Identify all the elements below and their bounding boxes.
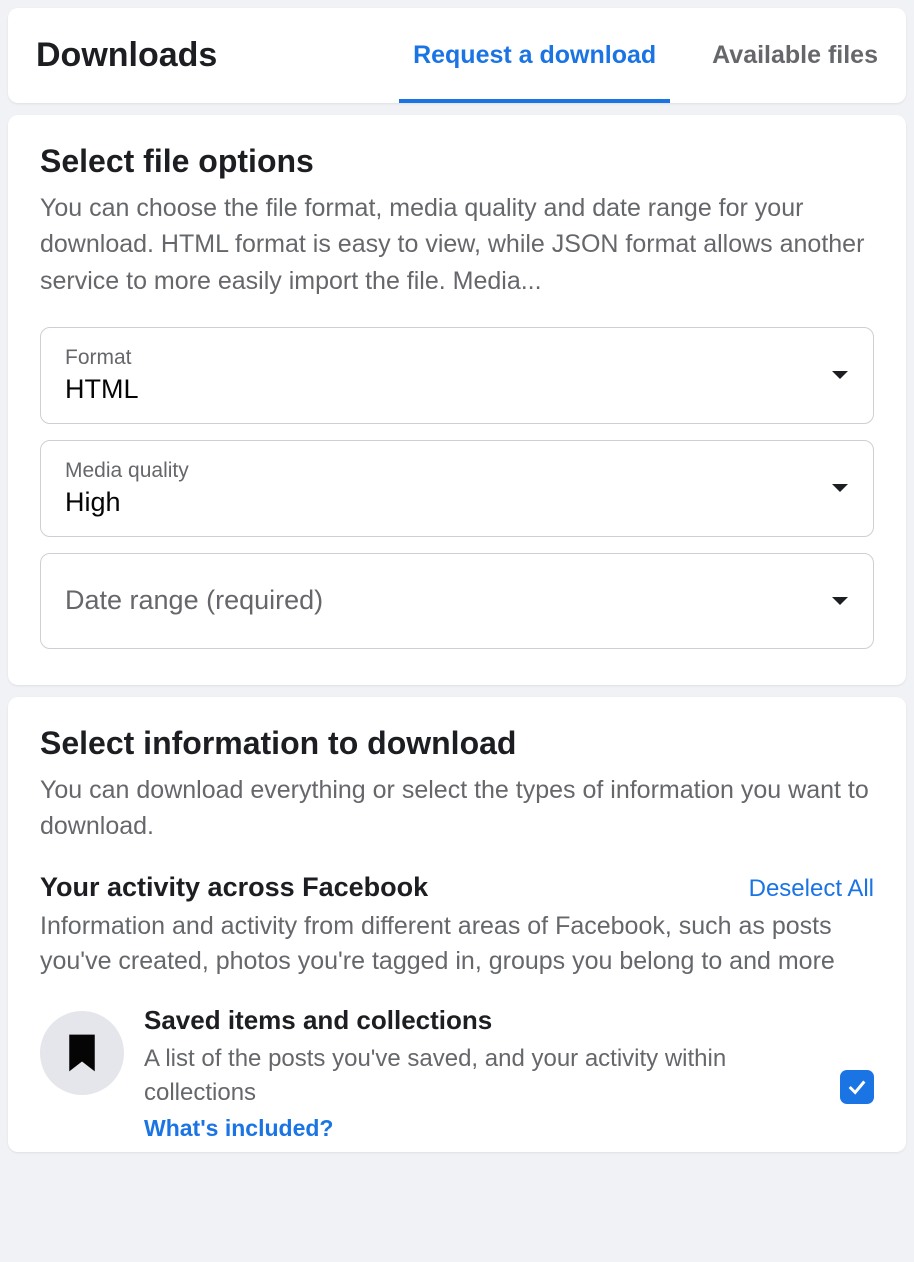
bookmark-icon: [40, 1011, 124, 1095]
media-quality-select[interactable]: Media quality High: [40, 440, 874, 537]
download-item-checkbox[interactable]: [840, 1070, 874, 1104]
download-item-row: Saved items and collections A list of th…: [40, 1005, 874, 1142]
tabs: Request a download Available files: [385, 8, 906, 103]
format-value: HTML: [65, 374, 139, 405]
page-title: Downloads: [36, 8, 217, 103]
deselect-all-button[interactable]: Deselect All: [749, 875, 874, 903]
media-quality-value: High: [65, 487, 189, 518]
select-info-description: You can download everything or select th…: [40, 772, 874, 845]
date-range-select[interactable]: Date range (required): [40, 553, 874, 649]
download-item-title: Saved items and collections: [144, 1005, 820, 1036]
header-card: Downloads Request a download Available f…: [8, 8, 906, 103]
tab-label: Available files: [712, 41, 878, 70]
format-label: Format: [65, 346, 139, 370]
activity-header-row: Your activity across Facebook Deselect A…: [40, 872, 874, 903]
media-quality-label: Media quality: [65, 459, 189, 483]
tab-label: Request a download: [413, 41, 656, 70]
format-select[interactable]: Format HTML: [40, 327, 874, 424]
select-info-card: Select information to download You can d…: [8, 697, 906, 1153]
file-options-description: You can choose the file format, media qu…: [40, 190, 874, 299]
activity-description: Information and activity from different …: [40, 909, 874, 979]
chevron-down-icon: [831, 595, 849, 607]
chevron-down-icon: [831, 482, 849, 494]
date-range-placeholder: Date range (required): [65, 585, 323, 616]
whats-included-link[interactable]: What's included?: [144, 1115, 820, 1142]
file-options-title: Select file options: [40, 143, 874, 180]
download-item-description: A list of the posts you've saved, and yo…: [144, 1042, 820, 1109]
file-options-card: Select file options You can choose the f…: [8, 115, 906, 685]
tab-request-download[interactable]: Request a download: [385, 8, 684, 103]
download-item-body: Saved items and collections A list of th…: [144, 1005, 820, 1142]
chevron-down-icon: [831, 369, 849, 381]
activity-title: Your activity across Facebook: [40, 872, 428, 903]
select-info-title: Select information to download: [40, 725, 874, 762]
tab-available-files[interactable]: Available files: [684, 8, 906, 103]
